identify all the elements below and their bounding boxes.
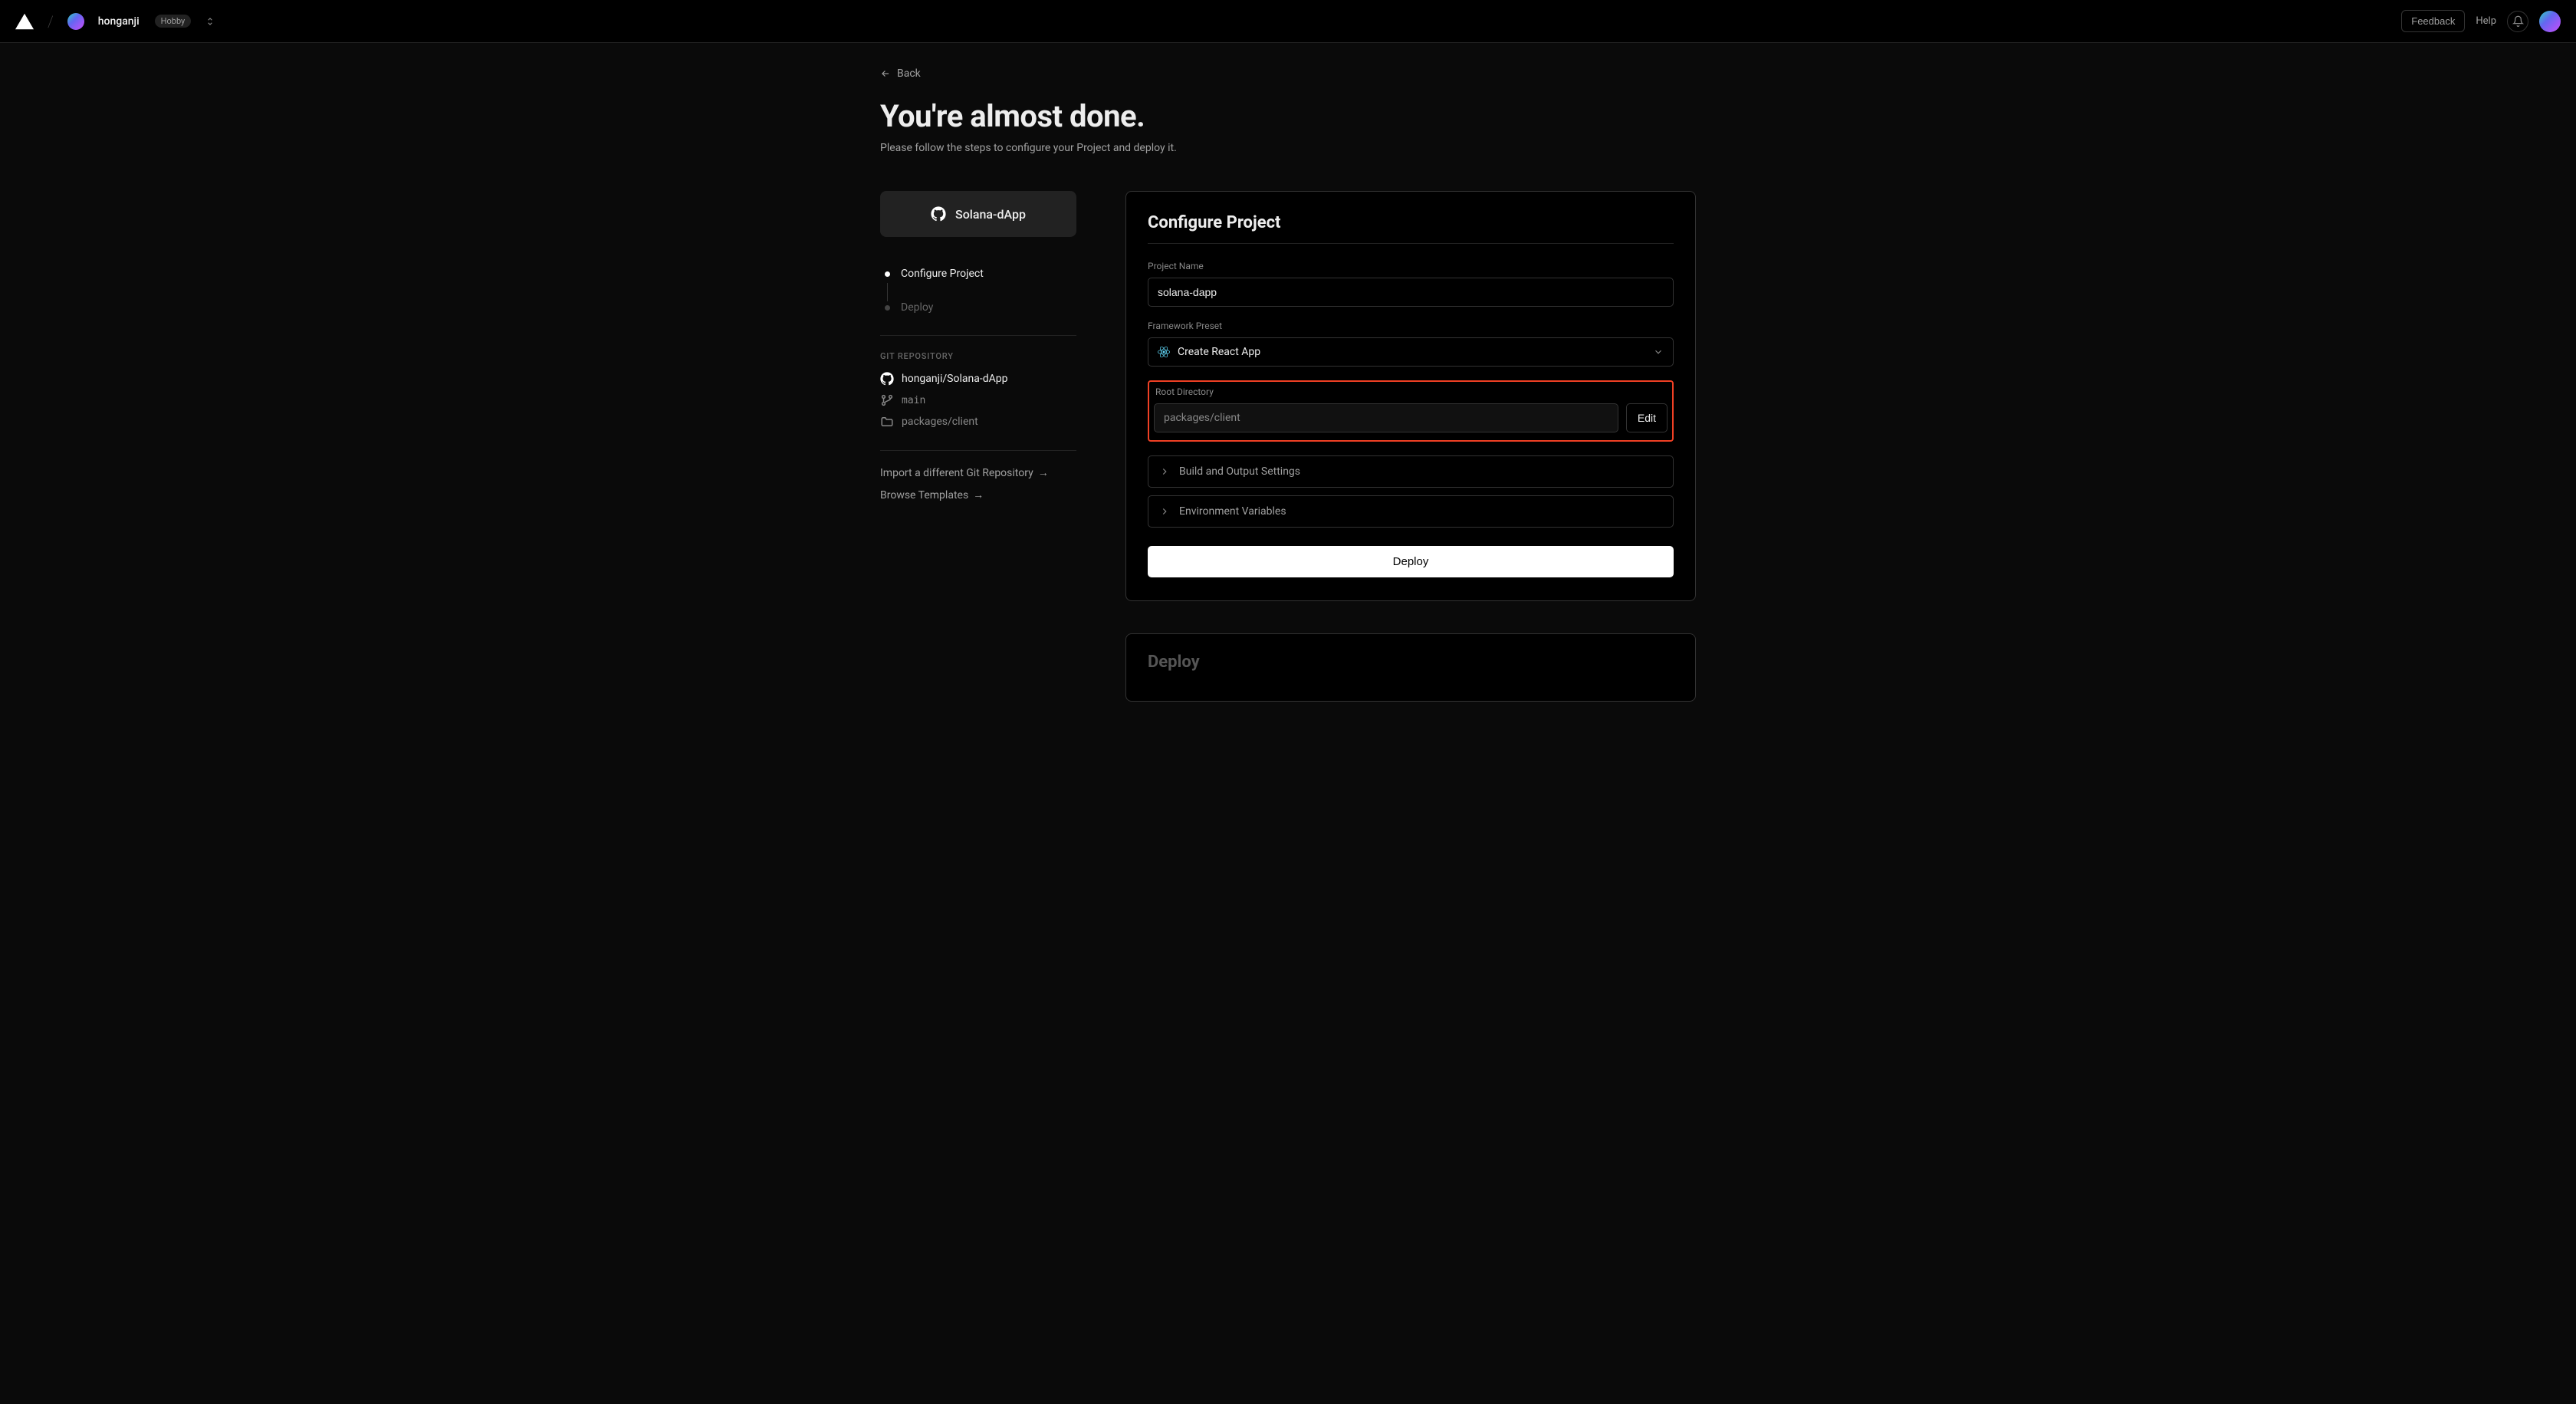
framework-preset-select[interactable]: Create React App [1148,337,1674,367]
scope-switcher-icon[interactable] [205,16,215,27]
sidebar-divider [880,450,1076,451]
git-branch-name: main [902,395,925,406]
repo-card: Solana-dApp [880,191,1076,237]
git-repo-name: honganji/Solana-dApp [902,373,1007,385]
topbar-left: / honganji Hobby [15,12,215,31]
container: Back You're almost done. Please follow t… [880,43,1696,734]
environment-variables-label: Environment Variables [1179,505,1286,518]
git-repository-heading: GIT REPOSITORY [880,351,1076,361]
browse-templates-link[interactable]: Browse Templates → [880,488,984,501]
topbar-right: Feedback Help [2401,10,2561,32]
main: Configure Project Project Name Framework… [1125,191,1696,734]
step-dot-active-icon [885,271,890,277]
arrow-right-icon: → [973,488,984,501]
step-label: Configure Project [901,268,984,280]
git-branch-row: main [880,393,1076,407]
back-link[interactable]: Back [880,67,921,80]
browse-templates-label: Browse Templates [880,489,968,501]
root-directory-highlight: Root Directory packages/client Edit [1148,380,1674,442]
build-output-settings-label: Build and Output Settings [1179,465,1300,478]
user-avatar[interactable] [2539,11,2561,32]
deploy-card: Deploy [1125,633,1696,702]
git-repo-row: honganji/Solana-dApp [880,372,1076,386]
git-root-dir-row: packages/client [880,415,1076,429]
breadcrumb-separator: / [48,12,54,31]
project-name-field: Project Name [1148,261,1674,307]
chevron-right-icon [1159,466,1170,477]
page-subtitle: Please follow the steps to configure you… [880,142,1696,154]
deploy-button[interactable]: Deploy [1148,546,1674,577]
root-directory-edit-button[interactable]: Edit [1626,403,1668,432]
arrow-right-icon: → [1038,466,1049,479]
root-directory-label: Root Directory [1155,386,1668,397]
deploy-card-title: Deploy [1148,653,1674,672]
feedback-button[interactable]: Feedback [2401,10,2465,32]
chevron-down-icon [1653,347,1664,357]
steps-list: Configure Project Deploy [880,268,1076,314]
framework-preset-value: Create React App [1178,346,1260,358]
team-avatar[interactable] [67,13,84,30]
repo-card-title: Solana-dApp [955,207,1026,222]
sidebar-divider [880,335,1076,336]
help-link[interactable]: Help [2476,15,2496,27]
card-divider [1148,243,1674,244]
root-directory-input: packages/client [1154,403,1618,432]
topbar: / honganji Hobby Feedback Help [0,0,2576,43]
git-root-dir-value: packages/client [902,416,978,428]
project-name-label: Project Name [1148,261,1674,271]
git-branch-icon [880,393,894,407]
vercel-logo-icon[interactable] [15,13,34,30]
build-output-settings-accordion[interactable]: Build and Output Settings [1148,455,1674,488]
plan-badge: Hobby [155,15,192,28]
step-deploy[interactable]: Deploy [885,301,1076,314]
step-configure-project[interactable]: Configure Project [885,268,1076,280]
step-connector [887,283,888,301]
react-icon [1158,346,1170,358]
import-different-repo-link[interactable]: Import a different Git Repository → [880,466,1049,479]
framework-preset-label: Framework Preset [1148,321,1674,331]
project-name-input[interactable] [1148,278,1674,307]
folder-icon [880,415,894,429]
framework-preset-field: Framework Preset [1148,321,1674,367]
breadcrumb-username[interactable]: honganji [98,15,140,28]
back-label: Back [897,67,921,80]
page: Back You're almost done. Please follow t… [0,43,2576,1404]
environment-variables-accordion[interactable]: Environment Variables [1148,495,1674,528]
step-label: Deploy [901,301,933,314]
configure-project-card: Configure Project Project Name Framework… [1125,191,1696,601]
import-different-repo-label: Import a different Git Repository [880,467,1033,479]
chevron-right-icon [1159,506,1170,517]
arrow-left-icon [880,68,891,79]
bell-icon [2512,15,2524,27]
page-title: You're almost done. [880,98,1696,134]
notifications-button[interactable] [2507,11,2528,32]
sidebar: Solana-dApp Configure Project Deploy GIT… [880,191,1076,511]
github-icon [880,372,894,386]
github-icon [931,206,946,222]
card-title: Configure Project [1148,213,1674,232]
step-dot-inactive-icon [885,305,890,311]
